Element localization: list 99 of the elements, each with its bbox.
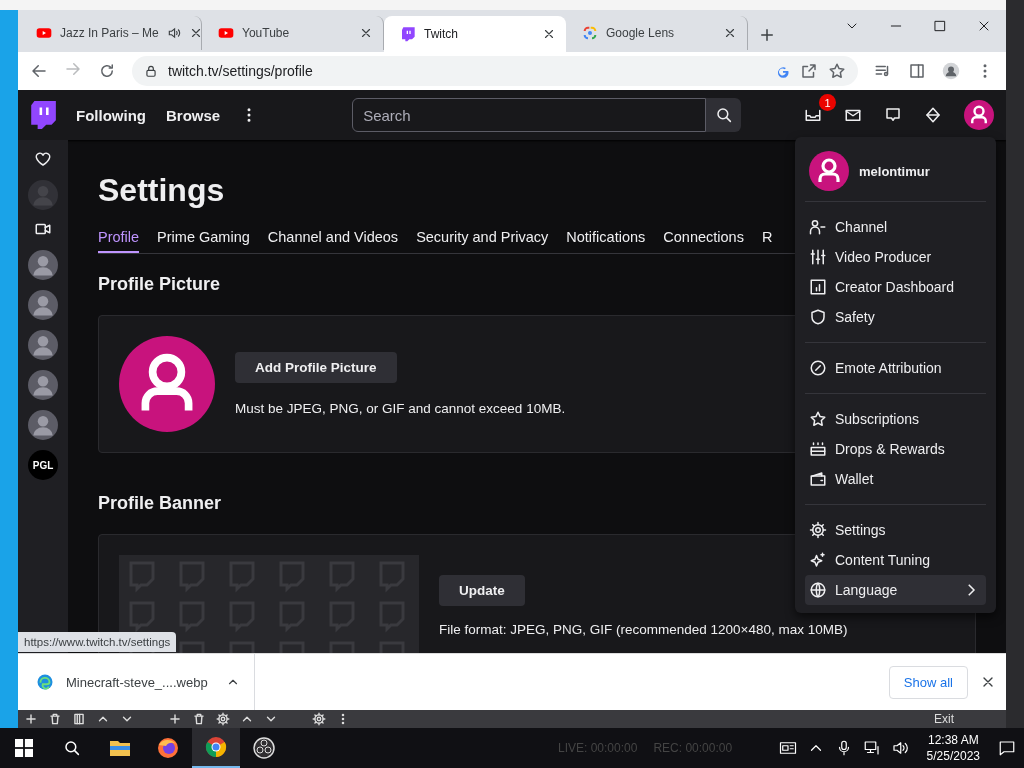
video-logo-icon [218,25,234,41]
hint-text: Must be JPEG, PNG, or GIF and cannot exceed 10MB. [235,401,566,416]
settings-icon [809,521,827,539]
username: melontimur [859,163,930,179]
channel-avatar[interactable] [28,410,58,440]
glitch-logo-icon[interactable] [30,100,56,130]
plus-icon[interactable] [24,712,38,726]
g-logo-icon[interactable] [776,64,790,78]
search-icon [714,106,733,124]
speaker-icon[interactable] [166,26,181,40]
filter-icon[interactable] [72,712,86,726]
menu-item[interactable]: Safety [805,302,986,332]
plus-icon[interactable] [168,712,182,726]
nav-link[interactable]: Following [76,106,146,124]
channel-logo[interactable]: PGL [28,450,58,480]
settings-icon[interactable] [312,712,326,726]
new-tab-icon[interactable] [758,26,776,44]
channel-avatar[interactable] [28,330,58,360]
settings-tab[interactable]: Connections [663,229,744,253]
settings-icon[interactable] [216,712,230,726]
section-heading: Profile Banner [98,493,222,514]
side-panel-icon[interactable] [908,62,926,80]
video-logo-icon [36,25,52,41]
record-app-icon[interactable] [252,736,276,760]
exit-button[interactable]: Exit [934,712,954,726]
menu-item[interactable]: Video Producer [805,242,986,272]
menu-item[interactable]: Channel [805,212,986,242]
network-icon[interactable] [862,739,881,757]
menu-item[interactable]: Settings [805,515,986,545]
menu-item[interactable]: Wallet [805,464,986,494]
menu-item[interactable]: Creator Dashboard [805,272,986,302]
settings-tab[interactable]: R [761,229,773,253]
trash-icon[interactable] [48,712,62,726]
chrome-logo-icon[interactable] [204,735,228,759]
wallet-icon [809,470,827,488]
trash-icon[interactable] [192,712,206,726]
glitch-logo-icon [400,26,416,42]
user-avatar[interactable] [964,100,994,130]
search-field[interactable]: Search [352,98,707,132]
gauge-icon [809,359,827,377]
close-icon[interactable] [359,26,373,40]
chart-icon [809,278,827,296]
close-icon[interactable] [723,26,737,40]
menu-item[interactable]: Content Tuning [805,545,986,575]
shield-icon [809,308,827,326]
whispers-icon[interactable] [884,106,902,124]
back-icon[interactable] [30,62,48,80]
browser-tab[interactable]: Jazz In Paris – Me [20,16,202,50]
menu-item[interactable]: Language [805,575,986,605]
nav-link[interactable]: Browse [166,106,221,124]
sparkle-icon [809,551,827,569]
settings-tab[interactable]: Prime Gaming [157,229,250,253]
search-button[interactable] [706,98,742,132]
hint-text: File format: JPEG, PNG, GIF (recommended 1200×480, max 10MB) [439,622,848,637]
channel-avatar[interactable] [28,370,58,400]
update-button[interactable]: Update [439,575,525,606]
news-icon[interactable] [778,739,797,757]
lock-icon[interactable] [144,64,158,78]
star-icon[interactable] [828,62,846,80]
browser-tab[interactable]: Google Lens [566,16,748,50]
notification-count: 1 [819,94,836,111]
menu-item[interactable]: Drops & Rewards [805,434,986,464]
channel-avatar[interactable] [28,290,58,320]
profile-icon[interactable] [942,62,960,80]
share-icon[interactable] [800,62,818,80]
heart-icon[interactable] [34,150,52,168]
section-heading: Profile Picture [98,274,221,295]
settings-tab[interactable]: Security and Privacy [416,229,549,253]
box-icon [809,440,827,458]
person-icon [809,218,827,236]
sliders-icon [809,248,827,266]
close-icon[interactable] [542,27,556,41]
show-all-button[interactable]: Show all [888,665,968,699]
maximize-icon[interactable] [932,18,948,34]
lens-logo-icon [582,25,598,41]
settings-tab[interactable]: Channel and Videos [267,229,399,253]
settings-tab[interactable]: Notifications [566,229,646,253]
settings-tab[interactable]: Profile [98,229,140,253]
reload-icon[interactable] [98,62,116,80]
add-picture-button[interactable]: Add Profile Picture [235,352,397,383]
browser-tab[interactable]: Twitch [384,16,566,52]
status-url: https://www.twitch.tv/settings [18,632,177,652]
channel-avatar[interactable] [28,250,58,280]
star-icon [809,410,827,428]
taskbar-app[interactable] [192,728,240,768]
download-filename[interactable]: Minecraft-steve_....webp [66,674,214,690]
browser-globe-icon[interactable] [156,736,180,760]
menu-item[interactable]: Emote Attribution [805,353,986,383]
notification-icon[interactable] [998,739,1016,757]
user-avatar [809,151,849,191]
clock[interactable]: 12:38 AM 5/25/2023 [926,732,980,764]
edge-logo-icon [36,673,54,691]
start-icon[interactable] [15,739,33,757]
volume-icon[interactable] [890,739,909,757]
address-bar[interactable]: twitch.tv/settings/profile [132,56,858,86]
search-icon[interactable] [63,739,81,757]
page-title: Settings [98,172,226,209]
menu-item[interactable]: Subscriptions [805,404,986,434]
globe-icon [809,581,827,599]
